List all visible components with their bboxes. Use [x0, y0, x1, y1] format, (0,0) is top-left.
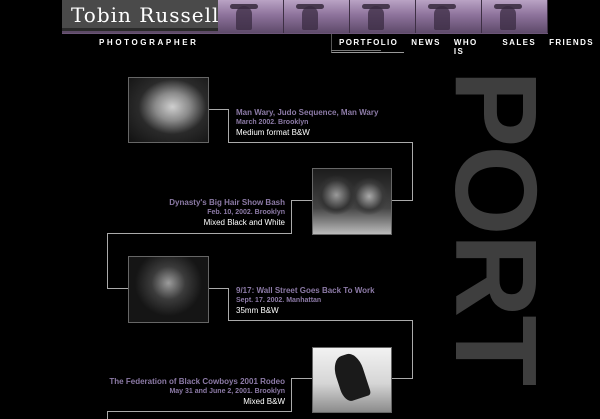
portfolio-thumbnail[interactable] — [128, 77, 209, 143]
entry-medium: Mixed Black and White — [203, 218, 285, 227]
connector-line — [107, 411, 108, 419]
connector-line — [107, 233, 292, 234]
connector-line — [412, 320, 413, 379]
connector-line — [412, 142, 413, 201]
nav-who-is[interactable]: WHO IS — [447, 34, 496, 56]
site-tagline: PHOTOGRAPHER — [99, 38, 199, 47]
header-photo-strip — [218, 0, 548, 33]
connector-line — [291, 378, 312, 379]
entry-title[interactable]: The Federation of Black Cowboys 2001 Rod… — [100, 377, 285, 387]
connector-line — [207, 288, 229, 289]
portfolio-thumbnail[interactable] — [312, 168, 392, 235]
entry-title[interactable]: 9/17: Wall Street Goes Back To Work — [236, 286, 375, 296]
entry-title[interactable]: Man Wary, Judo Sequence, Man Wary — [236, 108, 378, 118]
strip-photo — [416, 0, 482, 33]
portfolio-thumbnail[interactable] — [128, 256, 209, 323]
nav-sales[interactable]: SALES — [495, 34, 542, 52]
nav-friends[interactable]: FRIENDS — [542, 34, 600, 52]
strip-photo — [218, 0, 284, 33]
entry-title[interactable]: Dynasty's Big Hair Show Bash — [150, 198, 285, 208]
connector-line — [291, 378, 292, 412]
connector-line — [228, 142, 413, 143]
nav-news[interactable]: NEWS — [404, 34, 447, 52]
connector-line — [107, 233, 108, 289]
portfolio-thumbnail[interactable] — [312, 347, 392, 413]
connector-line — [207, 109, 229, 110]
entry-medium: Mixed B&W — [243, 397, 285, 406]
connector-line — [228, 288, 229, 321]
site-name: Tobin Russell — [71, 3, 220, 27]
strip-photo — [350, 0, 416, 33]
main-nav: PORTFOLIO NEWS WHO IS SALES FRIENDS — [331, 34, 600, 56]
site-logo[interactable]: Tobin Russell — [62, 0, 218, 31]
connector-line — [107, 288, 128, 289]
strip-photo — [482, 0, 548, 33]
portfolio-entry-caption: 9/17: Wall Street Goes Back To Work Sept… — [236, 286, 375, 316]
entry-date: Feb. 10, 2002. Brooklyn — [207, 209, 285, 216]
active-nav-indicator — [331, 50, 381, 51]
connector-line — [291, 200, 312, 201]
entry-date: Sept. 17. 2002. Manhattan — [236, 297, 322, 304]
entry-medium: Medium format B&W — [236, 128, 310, 137]
connector-line — [228, 320, 413, 321]
strip-photo — [284, 0, 350, 33]
entry-date: March 2002. Brooklyn — [236, 119, 309, 126]
portfolio-entry-caption: Man Wary, Judo Sequence, Man Wary March … — [236, 108, 378, 138]
connector-line — [291, 200, 292, 234]
connector-line — [390, 378, 413, 379]
portfolio-entry-caption: The Federation of Black Cowboys 2001 Rod… — [100, 377, 285, 407]
section-watermark: PORT — [431, 70, 561, 385]
entry-date: May 31 and June 2, 2001. Brooklyn — [169, 388, 285, 395]
connector-line — [390, 200, 413, 201]
connector-line — [107, 411, 292, 412]
portfolio-entry-caption: Dynasty's Big Hair Show Bash Feb. 10, 20… — [150, 198, 285, 228]
entry-medium: 35mm B&W — [236, 306, 279, 315]
connector-line — [228, 109, 229, 143]
